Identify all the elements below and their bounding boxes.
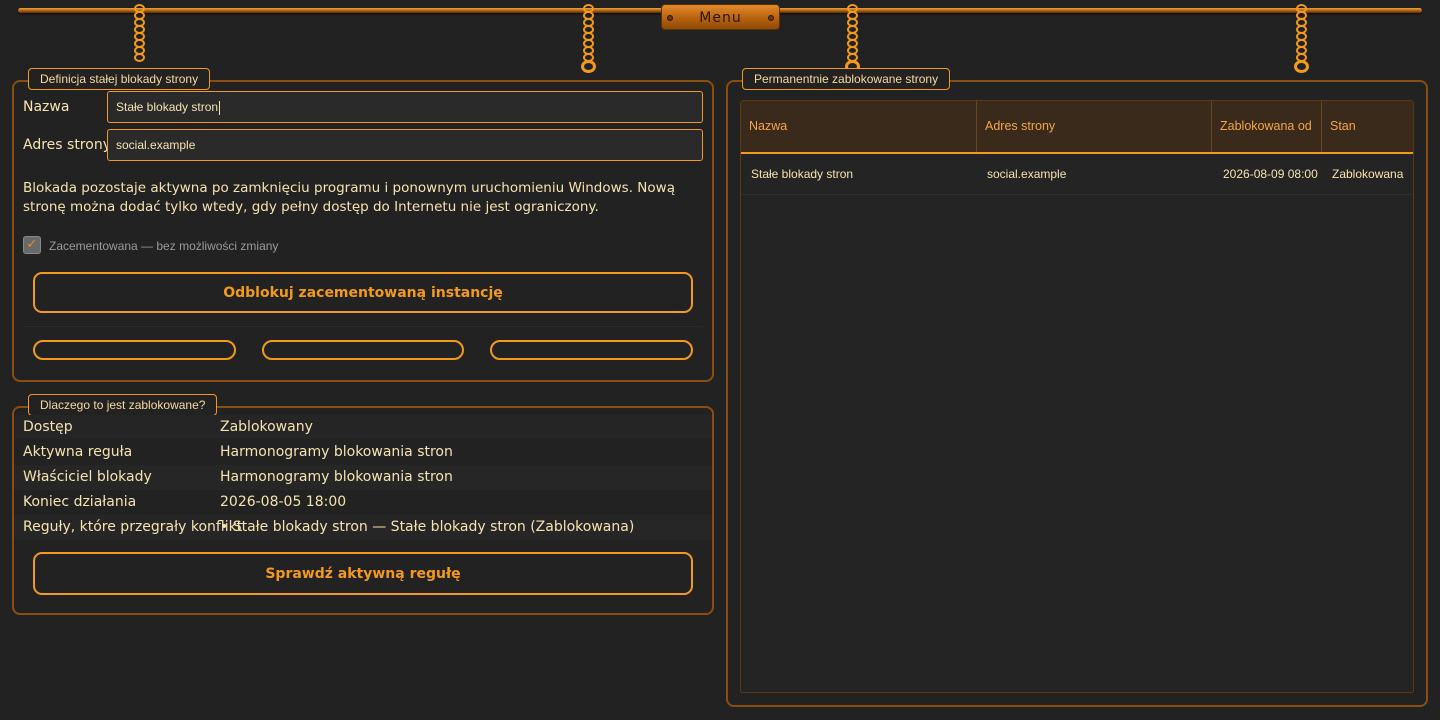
cell-status: Zablokowana	[1332, 167, 1404, 181]
name-input-value: Stałe blokady stron	[116, 100, 219, 114]
column-header-name[interactable]: Nazwa	[741, 101, 977, 152]
name-input[interactable]: Stałe blokady stron	[107, 91, 703, 123]
column-header-blocked-since[interactable]: Zablokowana od	[1212, 101, 1322, 152]
column-header-status[interactable]: Stan	[1322, 101, 1413, 152]
end-time-key: Koniec działania	[23, 494, 137, 510]
divider	[23, 326, 703, 327]
chain-decoration	[580, 4, 596, 73]
nail-icon	[768, 15, 774, 21]
table-row[interactable]: Stałe blokady stron social.example 2026-…	[741, 154, 1413, 195]
lost-rules-value: • Stałe blokady stron — Stałe blokady st…	[220, 519, 635, 535]
cemented-checkbox[interactable]: ✓	[23, 236, 41, 254]
action-button-1[interactable]	[33, 340, 236, 360]
lost-rules-key: Reguły, które przegrały konflikt	[23, 519, 243, 535]
access-key: Dostęp	[23, 419, 73, 435]
name-label: Nazwa	[23, 99, 70, 115]
menu-label: Menu	[699, 10, 742, 26]
info-text: Blokada pozostaje aktywna po zamknięciu …	[23, 180, 675, 215]
block-owner-key: Właściciel blokady	[23, 469, 152, 485]
active-rule-value: Harmonogramy blokowania stron	[220, 444, 453, 460]
address-label: Adres strony	[23, 137, 111, 153]
chain-decoration	[131, 4, 147, 62]
blocked-sites-table[interactable]: Nazwa Adres strony Zablokowana od Stan S…	[740, 100, 1414, 693]
menu-button[interactable]: Menu	[661, 4, 780, 30]
block-owner-value: Harmonogramy blokowania stron	[220, 469, 453, 485]
row-stripe	[14, 415, 712, 439]
cell-address: social.example	[987, 167, 1067, 181]
chain-decoration	[844, 4, 860, 73]
checkmark-icon: ✓	[26, 237, 38, 252]
cell-name: Stałe blokady stron	[751, 167, 854, 181]
access-value: Zablokowany	[220, 419, 313, 435]
check-active-rule-button[interactable]: Sprawdź aktywną regułę	[33, 552, 693, 595]
blocked-sites-group-title: Permanentnie zablokowane strony	[742, 68, 951, 90]
cemented-label: Zacementowana — bez możliwości zmiany	[49, 239, 279, 253]
action-button-2[interactable]	[262, 340, 464, 360]
unlock-cemented-button[interactable]: Odblokuj zacementowaną instancję	[33, 272, 693, 313]
address-input[interactable]: social.example	[107, 129, 703, 161]
action-button-3[interactable]	[490, 340, 693, 360]
why-blocked-group-title: Dlaczego to jest zablokowane?	[28, 394, 218, 416]
column-header-address[interactable]: Adres strony	[977, 101, 1212, 152]
cell-blocked-since: 2026-08-09 08:00	[1223, 167, 1318, 181]
active-rule-key: Aktywna reguła	[23, 444, 133, 460]
definition-group-title: Definicja stałej blokady strony	[28, 68, 211, 90]
nail-icon	[667, 15, 673, 21]
chain-decoration	[1293, 4, 1309, 73]
definition-group: Definicja stałej blokady strony	[12, 68, 714, 382]
table-header: Nazwa Adres strony Zablokowana od Stan	[741, 101, 1413, 154]
text-caret	[219, 100, 221, 115]
end-time-value: 2026-08-05 18:00	[220, 494, 347, 510]
